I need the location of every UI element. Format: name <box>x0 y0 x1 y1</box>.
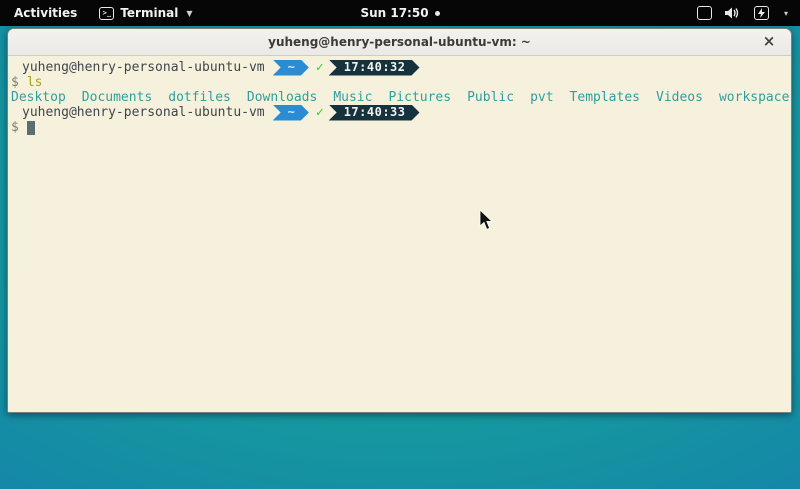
screen-share-icon <box>697 6 712 20</box>
activities-button[interactable]: Activities <box>14 6 77 20</box>
prompt-symbol: $ <box>11 75 19 90</box>
input-line[interactable]: $ <box>11 120 788 135</box>
top-bar: Activities >_ Terminal ▼ Sun 17:50 <box>0 0 800 26</box>
close-icon[interactable]: × <box>759 32 779 52</box>
directory-entry: Public <box>467 90 514 105</box>
battery-charging-icon <box>754 6 769 20</box>
terminal-icon: >_ <box>99 7 114 20</box>
chevron-down-icon: ▾ <box>784 9 788 18</box>
ls-output: Desktop Documents dotfiles Downloads Mus… <box>11 90 788 105</box>
window-titlebar[interactable]: yuheng@henry-personal-ubuntu-vm: ~ × <box>8 29 791 56</box>
directory-entry: Music <box>333 90 372 105</box>
terminal-cursor <box>27 121 35 135</box>
powerline-dir-segment: ~ <box>273 60 309 76</box>
directory-entry: Downloads <box>247 90 317 105</box>
mouse-pointer-icon <box>479 210 494 231</box>
directory-entry: Desktop <box>11 90 66 105</box>
volume-icon <box>725 6 741 20</box>
powerline-time-segment: 17:40:32 <box>329 60 420 76</box>
app-menu-terminal[interactable]: >_ Terminal ▼ <box>99 6 192 20</box>
directory-entry: dotfiles <box>168 90 231 105</box>
prompt-symbol: $ <box>11 120 19 135</box>
prompt-line-1: yuheng@henry-personal-ubuntu-vm ~ ✓ 17:4… <box>11 60 788 75</box>
powerline-time-segment: 17:40:33 <box>329 105 420 121</box>
prompt-user: yuheng@henry-personal-ubuntu-vm <box>22 60 265 75</box>
directory-entry: Pictures <box>388 90 451 105</box>
chevron-down-icon: ▼ <box>186 9 192 18</box>
desktop: Activities >_ Terminal ▼ Sun 17:50 <box>0 0 800 489</box>
directory-entry: pvt <box>530 90 553 105</box>
window-title: yuheng@henry-personal-ubuntu-vm: ~ <box>268 35 531 49</box>
system-tray[interactable]: ▾ <box>697 6 800 20</box>
prompt-line-2: yuheng@henry-personal-ubuntu-vm ~ ✓ 17:4… <box>11 105 788 120</box>
check-icon: ✓ <box>316 60 324 75</box>
directory-entry: Templates <box>570 90 640 105</box>
prompt-user: yuheng@henry-personal-ubuntu-vm <box>22 105 265 120</box>
check-icon: ✓ <box>316 105 324 120</box>
directory-entry: Documents <box>82 90 152 105</box>
command-line: $ ls <box>11 75 788 90</box>
directory-entry: Videos <box>656 90 703 105</box>
command-text: ls <box>27 75 43 90</box>
terminal-screen[interactable]: yuheng@henry-personal-ubuntu-vm ~ ✓ 17:4… <box>8 56 791 412</box>
directory-entry: workspace <box>719 90 789 105</box>
app-menu-label: Terminal <box>120 6 178 20</box>
terminal-window: yuheng@henry-personal-ubuntu-vm: ~ × yuh… <box>7 28 792 413</box>
powerline-dir-segment: ~ <box>273 105 309 121</box>
